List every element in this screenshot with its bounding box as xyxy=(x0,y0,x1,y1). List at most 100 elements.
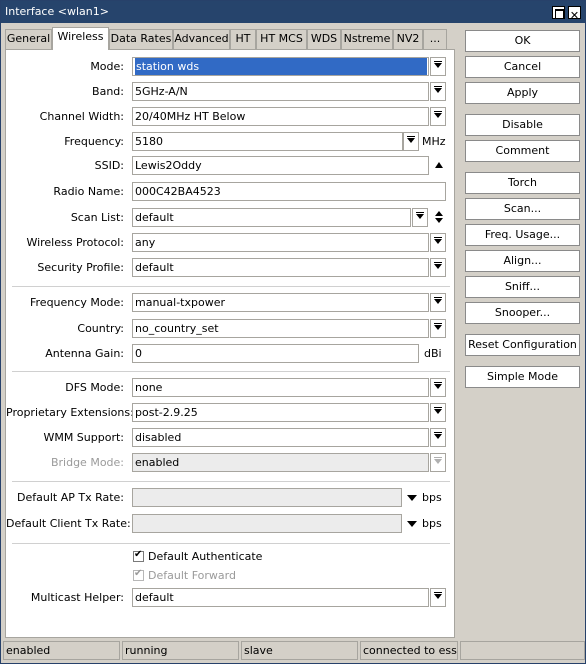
interface-window: Interface <wlan1> General Wireless Data … xyxy=(0,0,586,664)
channel-width-dropdown-icon[interactable] xyxy=(430,107,446,126)
mode-select[interactable]: station wds xyxy=(132,57,429,76)
cancel-button[interactable]: Cancel xyxy=(465,56,580,78)
default-ap-tx-rate-dropdown-icon[interactable] xyxy=(406,488,418,507)
close-icon[interactable] xyxy=(568,5,581,27)
proprietary-extensions-dropdown-icon[interactable] xyxy=(430,403,446,422)
scan-button[interactable]: Scan... xyxy=(465,198,580,220)
default-authenticate-row: Default Authenticate xyxy=(6,547,456,567)
tab-wds[interactable]: WDS xyxy=(307,29,341,49)
wireless-protocol-select[interactable]: any xyxy=(132,233,429,252)
radio-name-row: Radio Name: 000C42BA4523 xyxy=(6,182,456,202)
comment-button[interactable]: Comment xyxy=(465,140,580,162)
default-authenticate-label: Default Authenticate xyxy=(148,550,263,563)
proprietary-extensions-select[interactable]: post-2.9.25 xyxy=(132,403,429,422)
default-forward-checkbox xyxy=(133,568,144,581)
default-authenticate-checkbox[interactable] xyxy=(133,549,144,562)
simple-mode-button[interactable]: Simple Mode xyxy=(465,366,580,388)
wmm-support-dropdown-icon[interactable] xyxy=(430,428,446,447)
antenna-gain-unit: dBi xyxy=(424,347,442,360)
default-client-tx-rate-dropdown-icon[interactable] xyxy=(406,514,418,533)
divider xyxy=(12,371,450,372)
wireless-protocol-dropdown-icon[interactable] xyxy=(430,233,446,252)
frequency-row: Frequency: 5180 MHz xyxy=(6,132,456,152)
disable-button[interactable]: Disable xyxy=(465,114,580,136)
collapse-arrow-icon[interactable] xyxy=(433,156,445,175)
default-client-tx-rate-input[interactable] xyxy=(132,514,402,533)
tab-ht-mcs[interactable]: HT MCS xyxy=(256,29,307,49)
proprietary-extensions-label: Proprietary Extensions: xyxy=(6,406,134,419)
frequency-mode-dropdown-icon[interactable] xyxy=(430,293,446,312)
default-forward-label: Default Forward xyxy=(148,569,236,582)
dfs-mode-select[interactable]: none xyxy=(132,378,429,397)
frequency-dropdown-icon[interactable] xyxy=(403,132,419,151)
divider xyxy=(12,481,450,482)
ok-button[interactable]: OK xyxy=(465,30,580,52)
status-connection: connected to ess xyxy=(360,641,458,660)
security-profile-row: Security Profile: default xyxy=(6,258,456,278)
tab-wireless[interactable]: Wireless xyxy=(52,27,109,50)
security-profile-dropdown-icon[interactable] xyxy=(430,258,446,277)
tab-general[interactable]: General xyxy=(5,29,52,49)
channel-width-select[interactable]: 20/40MHz HT Below xyxy=(132,107,429,126)
frequency-mode-select[interactable]: manual-txpower xyxy=(132,293,429,312)
ssid-label: SSID: xyxy=(94,159,124,172)
window-title: Interface <wlan1> xyxy=(5,5,109,18)
tab-data-rates[interactable]: Data Rates xyxy=(109,29,173,49)
status-extra xyxy=(460,641,585,660)
apply-button[interactable]: Apply xyxy=(465,82,580,104)
radio-name-input[interactable]: 000C42BA4523 xyxy=(132,182,446,201)
proprietary-extensions-row: Proprietary Extensions: post-2.9.25 xyxy=(6,403,456,423)
scan-list-select[interactable]: default xyxy=(132,208,411,227)
country-select[interactable]: no_country_set xyxy=(132,319,429,338)
tab-nv2[interactable]: NV2 xyxy=(393,29,423,49)
antenna-gain-input[interactable]: 0 xyxy=(132,344,419,363)
default-ap-tx-rate-input[interactable] xyxy=(132,488,402,507)
title-bar[interactable]: Interface <wlan1> xyxy=(1,1,585,27)
ssid-input[interactable]: Lewis2Oddy xyxy=(132,156,429,175)
bridge-mode-row: Bridge Mode: enabled xyxy=(6,453,456,473)
frequency-select[interactable]: 5180 xyxy=(132,132,403,151)
wireless-protocol-label: Wireless Protocol: xyxy=(26,236,124,249)
default-forward-row: Default Forward xyxy=(6,566,456,586)
sniff-button[interactable]: Sniff... xyxy=(465,276,580,298)
reset-configuration-button[interactable]: Reset Configuration xyxy=(465,334,580,356)
scan-list-dropdown-icon[interactable] xyxy=(412,208,428,227)
frequency-mode-label: Frequency Mode: xyxy=(30,296,124,309)
torch-button[interactable]: Torch xyxy=(465,172,580,194)
tab-more[interactable]: ... xyxy=(423,29,447,49)
mode-label: Mode: xyxy=(90,60,124,73)
band-label: Band: xyxy=(92,85,124,98)
mode-row: Mode: station wds xyxy=(6,57,456,77)
security-profile-select[interactable]: default xyxy=(132,258,429,277)
default-client-tx-rate-label: Default Client Tx Rate: xyxy=(6,517,131,530)
wmm-support-select[interactable]: disabled xyxy=(132,428,429,447)
frequency-mode-row: Frequency Mode: manual-txpower xyxy=(6,293,456,313)
divider xyxy=(12,286,450,287)
bridge-mode-label: Bridge Mode: xyxy=(50,456,124,469)
wmm-support-row: WMM Support: disabled xyxy=(6,428,456,448)
mode-dropdown-icon[interactable] xyxy=(430,57,446,76)
scan-list-row: Scan List: default xyxy=(6,208,456,228)
dfs-mode-dropdown-icon[interactable] xyxy=(430,378,446,397)
tab-nstreme[interactable]: Nstreme xyxy=(341,29,393,49)
multicast-helper-dropdown-icon[interactable] xyxy=(430,588,446,607)
channel-width-row: Channel Width: 20/40MHz HT Below xyxy=(6,107,456,127)
band-row: Band: 5GHz-A/N xyxy=(6,82,456,102)
tab-ht[interactable]: HT xyxy=(230,29,256,49)
band-dropdown-icon[interactable] xyxy=(430,82,446,101)
default-client-tx-rate-row: Default Client Tx Rate: bps xyxy=(6,514,456,534)
tab-advanced[interactable]: Advanced xyxy=(173,29,230,49)
multicast-helper-select[interactable]: default xyxy=(132,588,429,607)
wireless-panel: Mode: station wds Band: 5GHz-A/N Channel… xyxy=(5,49,455,638)
scan-list-updown-icon[interactable] xyxy=(433,208,445,227)
country-row: Country: no_country_set xyxy=(6,319,456,339)
band-select[interactable]: 5GHz-A/N xyxy=(132,82,429,101)
default-client-tx-rate-unit: bps xyxy=(422,517,442,530)
snooper-button[interactable]: Snooper... xyxy=(465,302,580,324)
status-slave: slave xyxy=(241,641,358,660)
country-dropdown-icon[interactable] xyxy=(430,319,446,338)
freq-usage-button[interactable]: Freq. Usage... xyxy=(465,224,580,246)
security-profile-label: Security Profile: xyxy=(37,261,124,274)
align-button[interactable]: Align... xyxy=(465,250,580,272)
maximize-icon[interactable] xyxy=(552,6,565,19)
